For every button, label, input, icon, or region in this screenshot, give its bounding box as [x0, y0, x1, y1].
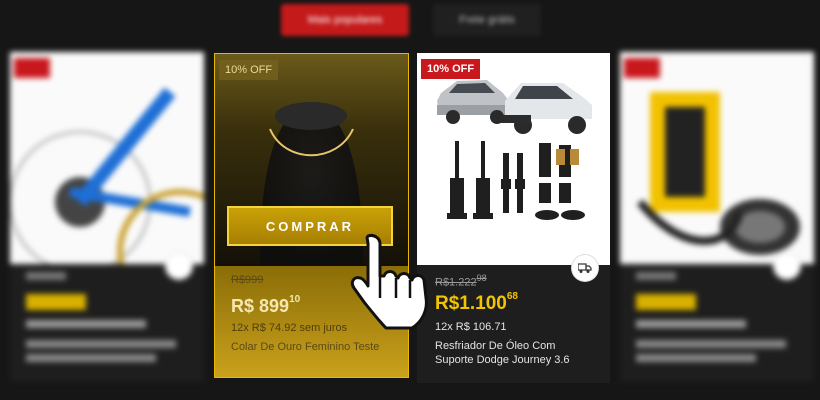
- product-card-resfriador[interactable]: 10% OFF R$1.22298 R$1.10068 12x R$ 106.7…: [417, 53, 610, 383]
- discount-badge: 10% OFF: [219, 60, 279, 80]
- truck-icon: [166, 253, 192, 279]
- current-price: R$1.10068: [435, 291, 518, 314]
- product-image: [417, 53, 610, 265]
- current-price: R$ 89910: [231, 294, 301, 316]
- product-card-bicycle[interactable]: [10, 52, 204, 382]
- bicycle-image: [10, 52, 204, 264]
- product-image: [620, 52, 814, 264]
- installments: 12x R$ 106.71: [435, 321, 507, 333]
- truck-icon: [572, 255, 598, 281]
- installments: 12x R$ 74.92 sem juros: [231, 322, 348, 334]
- truck-glyph: [578, 263, 592, 273]
- product-title: Resfriador De Óleo Com Suporte Dodge Jou…: [435, 340, 570, 366]
- discount-badge: [14, 58, 51, 78]
- tab-frete-gratis[interactable]: Frete grátis: [433, 4, 541, 36]
- shock-absorber-image: [437, 80, 592, 220]
- truck-icon: [774, 253, 800, 279]
- discount-badge: [624, 58, 661, 78]
- product-title: Colar De Ouro Feminino Teste: [231, 341, 380, 353]
- old-price: R$999: [231, 274, 264, 286]
- belt-kit-image: [620, 52, 814, 264]
- product-image: [10, 52, 204, 264]
- tab-mais-populares[interactable]: Mais populares: [281, 4, 409, 36]
- discount-badge: 10% OFF: [421, 59, 481, 79]
- hand-pointer-icon: [350, 234, 428, 330]
- product-card-correia[interactable]: [620, 52, 814, 382]
- tab-bar: Mais populares Frete grátis: [0, 4, 820, 38]
- old-price: R$1.22298: [435, 273, 487, 289]
